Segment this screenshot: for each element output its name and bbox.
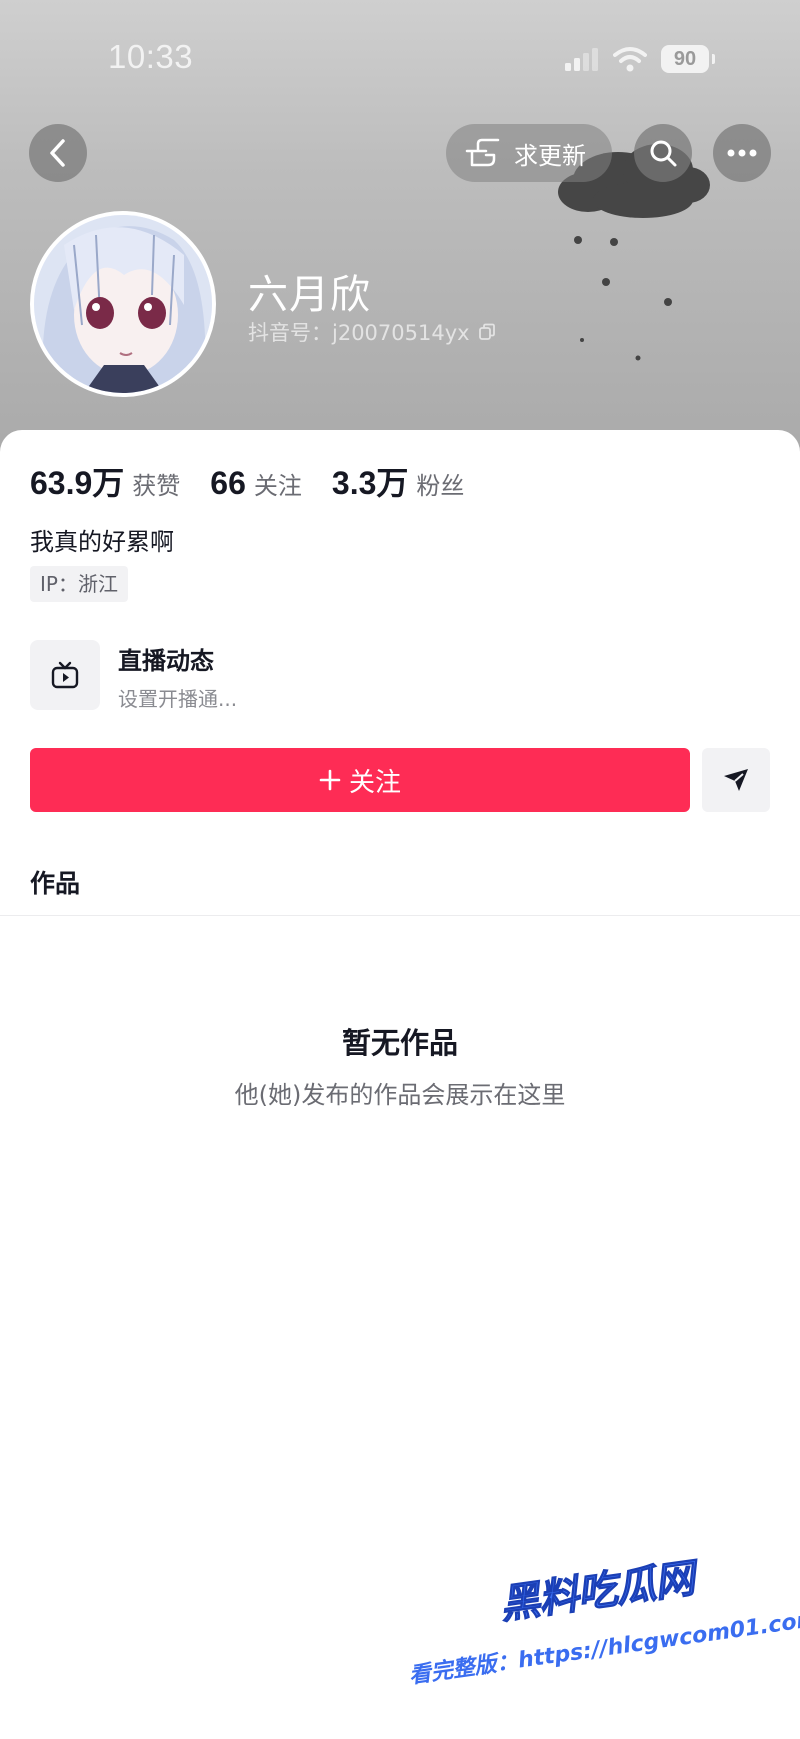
pointing-hand-icon bbox=[465, 138, 500, 167]
followers-label[interactable]: 粉丝 bbox=[416, 466, 464, 501]
profile-header: 10:33 90 求更新 六月欣 抖音号：j20070514yx bbox=[0, 0, 800, 470]
empty-state-subtitle: 他(她)发布的作品会展示在这里 bbox=[234, 1081, 566, 1109]
plus-icon bbox=[319, 769, 341, 791]
profile-stats: 63.9万 获赞 66 关注 3.3万 粉丝 bbox=[30, 458, 494, 504]
live-icon-box[interactable] bbox=[30, 640, 100, 710]
watermark-title: 黑料吃瓜网 bbox=[497, 1555, 698, 1629]
following-label[interactable]: 关注 bbox=[254, 466, 302, 501]
douyin-id-row: 抖音号：j20070514yx bbox=[248, 317, 496, 347]
follow-button[interactable]: 关注 bbox=[30, 748, 690, 812]
send-icon bbox=[724, 769, 748, 791]
following-count[interactable]: 66 bbox=[210, 465, 246, 502]
douyin-id: 抖音号：j20070514yx bbox=[248, 321, 470, 345]
more-button[interactable] bbox=[713, 124, 771, 182]
status-icons: 90 bbox=[565, 42, 715, 76]
back-button[interactable] bbox=[29, 124, 87, 182]
request-update-button[interactable]: 求更新 bbox=[446, 124, 612, 182]
message-button[interactable] bbox=[702, 748, 770, 812]
avatar[interactable] bbox=[30, 211, 216, 397]
likes-label[interactable]: 获赞 bbox=[132, 466, 180, 501]
wifi-icon bbox=[613, 47, 647, 72]
follow-label: 关注 bbox=[348, 767, 401, 798]
chevron-left-icon bbox=[50, 139, 65, 167]
empty-state-title: 暂无作品 bbox=[341, 1026, 458, 1060]
nickname: 六月欣 bbox=[248, 272, 371, 318]
live-subtitle[interactable]: 设置开播通... bbox=[118, 683, 237, 712]
tv-icon bbox=[51, 661, 79, 689]
anime-avatar-image bbox=[34, 215, 212, 393]
followers-count[interactable]: 3.3万 bbox=[332, 458, 409, 504]
battery-indicator: 90 bbox=[661, 45, 715, 73]
ip-location-tag: IP：浙江 bbox=[30, 566, 128, 602]
live-title[interactable]: 直播动态 bbox=[118, 641, 214, 676]
copy-icon[interactable] bbox=[478, 323, 496, 341]
tab-divider bbox=[0, 915, 800, 916]
request-update-label: 求更新 bbox=[514, 141, 586, 170]
tab-works[interactable]: 作品 bbox=[30, 864, 80, 900]
search-button[interactable] bbox=[634, 124, 692, 182]
search-icon bbox=[650, 140, 677, 167]
bio: 我真的好累啊 bbox=[30, 528, 174, 556]
likes-count[interactable]: 63.9万 bbox=[30, 458, 124, 504]
signal-icon bbox=[565, 48, 598, 71]
status-time: 10:33 bbox=[108, 38, 194, 75]
more-dots-icon bbox=[727, 149, 757, 157]
